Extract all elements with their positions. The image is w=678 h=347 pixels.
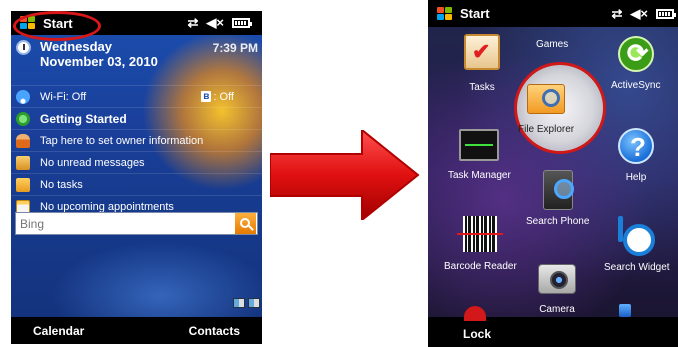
app-activesync[interactable]: ActiveSync xyxy=(611,36,660,91)
windows-logo-icon[interactable] xyxy=(437,6,453,21)
getting-started-row[interactable]: Getting Started xyxy=(11,107,262,129)
status-icons: ⇄ ◀× xyxy=(188,15,252,31)
search-phone-icon xyxy=(542,170,574,210)
date-block[interactable]: Wednesday November 03, 2010 7:39 PM xyxy=(11,37,262,85)
app-partial-icon[interactable] xyxy=(619,304,631,317)
battery-icon[interactable] xyxy=(656,8,676,19)
contacts-softkey[interactable]: Contacts xyxy=(189,324,240,338)
lock-icon[interactable] xyxy=(458,306,492,322)
owner-icon xyxy=(16,133,30,148)
softkey-bar: Calendar Contacts xyxy=(11,317,262,344)
app-label: File Explorer xyxy=(518,124,575,135)
app-label: Games xyxy=(536,39,569,50)
tasks-row[interactable]: No tasks xyxy=(11,173,262,195)
arrow-right-icon xyxy=(270,130,420,220)
messages-row[interactable]: No unread messages xyxy=(11,151,262,173)
tasks-label: No tasks xyxy=(40,178,83,191)
help-icon xyxy=(618,128,654,164)
network-activity-icon[interactable] xyxy=(248,298,260,308)
app-barcode-reader[interactable]: Barcode Reader xyxy=(444,216,517,272)
status-bar: Start ⇄ ◀× xyxy=(428,0,678,27)
tasks-icon xyxy=(464,34,500,70)
getting-started-label: Getting Started xyxy=(40,111,127,126)
tasks-icon xyxy=(16,177,30,192)
today-time: 7:39 PM xyxy=(212,41,258,55)
barcode-icon xyxy=(457,216,504,252)
volume-mute-icon[interactable]: ◀× xyxy=(206,15,224,31)
app-label: Tasks xyxy=(469,82,495,93)
softkey-bar: Lock xyxy=(428,321,678,347)
activesync-icon xyxy=(617,36,654,72)
app-label: Barcode Reader xyxy=(444,261,517,272)
calendar-softkey[interactable]: Calendar xyxy=(33,324,84,338)
status-icons: ⇄ ◀× xyxy=(612,6,676,22)
battery-icon[interactable] xyxy=(232,18,252,28)
bing-search-box xyxy=(15,212,258,235)
search-button[interactable] xyxy=(235,213,256,234)
getting-started-icon xyxy=(16,111,30,126)
sync-icon[interactable]: ⇄ xyxy=(612,6,623,22)
app-label: Help xyxy=(625,172,647,183)
start-menu-screen: Start ⇄ ◀× Games Tasks ActiveSync File E… xyxy=(428,0,678,347)
wifi-status: Wi-Fi: Off xyxy=(40,90,87,103)
search-widget-icon xyxy=(617,216,657,256)
task-manager-icon xyxy=(459,129,500,161)
bluetooth-status-text: : Off xyxy=(213,90,234,103)
today-date: November 03, 2010 xyxy=(40,54,158,69)
camera-icon xyxy=(538,264,576,294)
app-label: Camera xyxy=(539,304,575,315)
bluetooth-status[interactable]: ʙ : Off xyxy=(201,91,234,103)
app-camera[interactable]: Camera xyxy=(538,264,576,315)
mail-icon xyxy=(16,155,30,170)
bluetooth-icon: ʙ xyxy=(201,91,212,102)
sync-icon[interactable]: ⇄ xyxy=(188,15,199,31)
app-label: ActiveSync xyxy=(611,80,661,91)
appointments-label: No upcoming appointments xyxy=(40,200,174,213)
folder-search-icon xyxy=(527,84,566,114)
owner-info-label: Tap here to set owner information xyxy=(40,134,204,147)
search-input[interactable] xyxy=(16,213,235,234)
today-screen: Start ⇄ ◀× Wednesday November 03, 2010 7… xyxy=(11,11,262,344)
volume-mute-icon[interactable]: ◀× xyxy=(630,6,648,22)
clock-icon xyxy=(16,40,31,55)
app-file-explorer[interactable]: File Explorer xyxy=(518,84,574,135)
messages-label: No unread messages xyxy=(40,156,145,169)
app-label: Search Phone xyxy=(526,216,590,227)
today-day: Wednesday xyxy=(40,39,113,54)
app-label: Search Widget xyxy=(604,262,670,273)
start-button[interactable]: Start xyxy=(460,6,490,21)
network-icons xyxy=(233,298,260,308)
search-icon xyxy=(239,217,250,228)
app-label: Task Manager xyxy=(448,170,511,181)
wifi-row[interactable]: Wi-Fi: Off ʙ : Off xyxy=(11,85,262,107)
app-help[interactable]: Help xyxy=(618,128,654,183)
app-task-manager[interactable]: Task Manager xyxy=(448,129,511,181)
app-search-widget[interactable]: Search Widget xyxy=(604,216,670,273)
owner-info-row[interactable]: Tap here to set owner information xyxy=(11,129,262,151)
app-search-phone[interactable]: Search Phone xyxy=(526,170,589,227)
network-connection-icon[interactable] xyxy=(233,298,245,308)
app-tasks[interactable]: Tasks xyxy=(464,34,500,93)
lock-softkey[interactable]: Lock xyxy=(463,327,491,341)
wifi-icon xyxy=(16,89,30,104)
app-games[interactable]: Games xyxy=(536,36,568,50)
